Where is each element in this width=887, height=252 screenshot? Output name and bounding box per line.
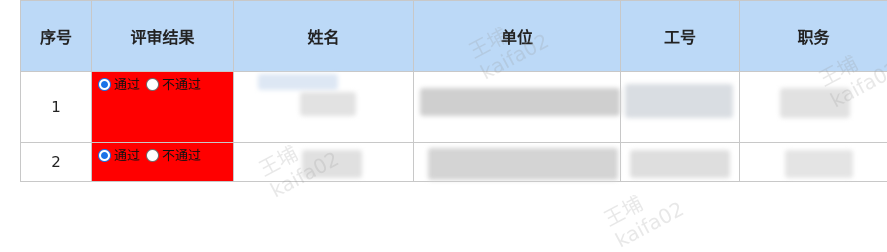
header-unit: 单位	[414, 1, 621, 72]
fail-label[interactable]: 不通过	[162, 145, 201, 164]
header-employee-id: 工号	[621, 1, 740, 72]
header-review-result: 评审结果	[92, 1, 234, 72]
review-radio-group: 通过 不通过	[98, 145, 233, 164]
header-position: 职务	[740, 1, 887, 72]
fail-radio[interactable]	[146, 149, 159, 162]
pass-radio[interactable]	[98, 149, 111, 162]
fail-label[interactable]: 不通过	[162, 74, 201, 93]
fail-radio[interactable]	[146, 78, 159, 91]
pass-radio[interactable]	[98, 78, 111, 91]
header-name: 姓名	[234, 1, 414, 72]
review-radio-group: 通过 不通过	[98, 74, 233, 93]
header-index: 序号	[21, 1, 92, 72]
watermark: 王埔kaifa02	[600, 175, 688, 252]
row-index: 1	[21, 72, 92, 143]
pass-label[interactable]: 通过	[114, 145, 140, 164]
pass-label[interactable]: 通过	[114, 74, 140, 93]
review-result-cell: 通过 不通过	[92, 72, 234, 143]
review-result-cell: 通过 不通过	[92, 143, 234, 182]
row-index: 2	[21, 143, 92, 182]
table-header: 序号 评审结果 姓名 单位 工号 职务	[21, 1, 887, 72]
